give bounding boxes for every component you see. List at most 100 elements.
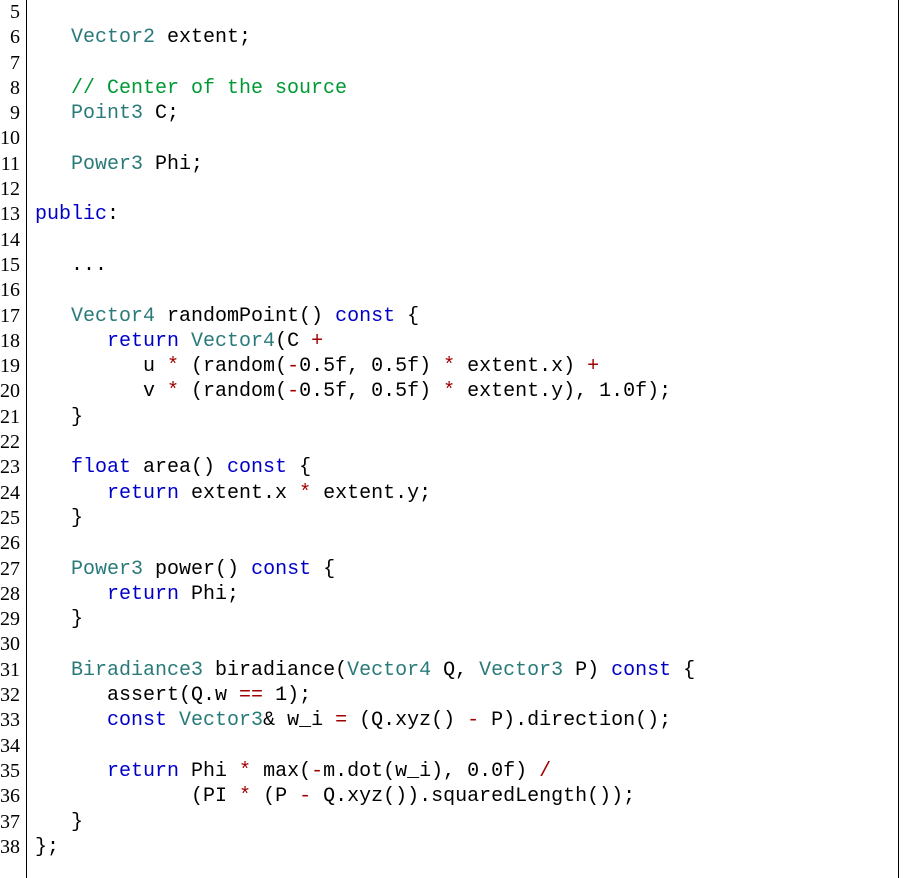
code-token: // Center of the source [71,77,347,100]
code-token: u [35,355,167,378]
code-token: v [35,380,167,403]
code-token: == [239,684,263,707]
code-token [35,153,71,176]
line-number: 13 [0,202,20,227]
code-line: } [35,506,695,531]
code-token: Point3 [71,102,143,125]
code-token: biradiance( [203,659,347,682]
code-token: (PI [35,785,239,808]
line-number: 7 [0,51,20,76]
code-token [35,659,71,682]
code-token: } [35,507,83,530]
code-line: // Center of the source [35,76,695,101]
code-token: float [71,456,131,479]
line-number: 16 [0,278,20,303]
code-token: Phi [179,760,239,783]
line-number: 18 [0,329,20,354]
code-token: * [299,482,311,505]
code-token [167,709,179,732]
code-token: 1); [263,684,311,707]
code-token: P) [563,659,611,682]
code-line: public: [35,202,695,227]
code-line: float area() const { [35,455,695,480]
code-token: - [467,709,479,732]
code-token: area() [131,456,227,479]
code-token: (random( [179,380,287,403]
code-token: assert(Q.w [35,684,239,707]
code-token: extent.y; [311,482,431,505]
code-token: Vector3 [479,659,563,682]
line-number: 27 [0,557,20,582]
code-token: public [35,203,107,226]
code-token: return [107,330,179,353]
code-line [35,0,695,25]
line-number: 30 [0,632,20,657]
code-token: * [167,355,179,378]
code-line: ... [35,253,695,278]
line-number: 20 [0,379,20,404]
line-number: 12 [0,177,20,202]
code-token: return [107,482,179,505]
code-token: const [251,558,311,581]
line-number: 22 [0,430,20,455]
code-token: / [539,760,551,783]
code-token: const [611,659,671,682]
line-number: 23 [0,455,20,480]
line-number: 33 [0,708,20,733]
code-token: * [239,760,251,783]
line-number: 10 [0,126,20,151]
code-token: Phi; [143,153,203,176]
code-line: return Vector4(C + [35,329,695,354]
code-token: m.dot(w_i), 0.0f) [323,760,539,783]
code-token: max( [251,760,311,783]
code-token: (Q.xyz() [347,709,467,732]
line-number: 11 [0,152,20,177]
code-token: = [335,709,347,732]
code-line [35,632,695,657]
code-token [35,760,107,783]
code-line [35,126,695,151]
line-number: 9 [0,101,20,126]
code-token: extent.x) [455,355,587,378]
line-number: 26 [0,531,20,556]
code-token: Phi; [179,583,239,606]
line-number: 17 [0,304,20,329]
line-number: 8 [0,76,20,101]
code-token: - [311,760,323,783]
code-listing: 5678910111213141516171819202122232425262… [0,0,899,878]
code-line: Power3 Phi; [35,152,695,177]
code-line [35,430,695,455]
code-token [35,583,107,606]
code-token: ... [35,254,107,277]
code-line: const Vector3& w_i = (Q.xyz() - P).direc… [35,708,695,733]
code-token: Vector4 [71,305,155,328]
code-token: { [395,305,419,328]
code-token [35,305,71,328]
code-token: 0.5f, 0.5f) [299,355,443,378]
code-token: (C [275,330,311,353]
line-number: 36 [0,784,20,809]
code-token: const [107,709,167,732]
code-token: } [35,811,83,834]
code-token: extent.y), 1.0f); [455,380,671,403]
code-token [35,102,71,125]
line-number: 34 [0,734,20,759]
code-line: Biradiance3 biradiance(Vector4 Q, Vector… [35,658,695,683]
code-token: randomPoint() [155,305,335,328]
code-token: (random( [179,355,287,378]
code-line [35,531,695,556]
code-token: power() [143,558,251,581]
code-token: * [167,380,179,403]
code-token: + [311,330,323,353]
code-token: { [671,659,695,682]
code-token: extent; [155,26,251,49]
code-line: Power3 power() const { [35,557,695,582]
code-token [35,330,107,353]
code-token: & w_i [263,709,335,732]
line-number: 19 [0,354,20,379]
code-line: Vector4 randomPoint() const { [35,304,695,329]
code-token: + [587,355,599,378]
code-token: { [287,456,311,479]
code-token: P).direction(); [479,709,671,732]
line-number: 38 [0,835,20,860]
